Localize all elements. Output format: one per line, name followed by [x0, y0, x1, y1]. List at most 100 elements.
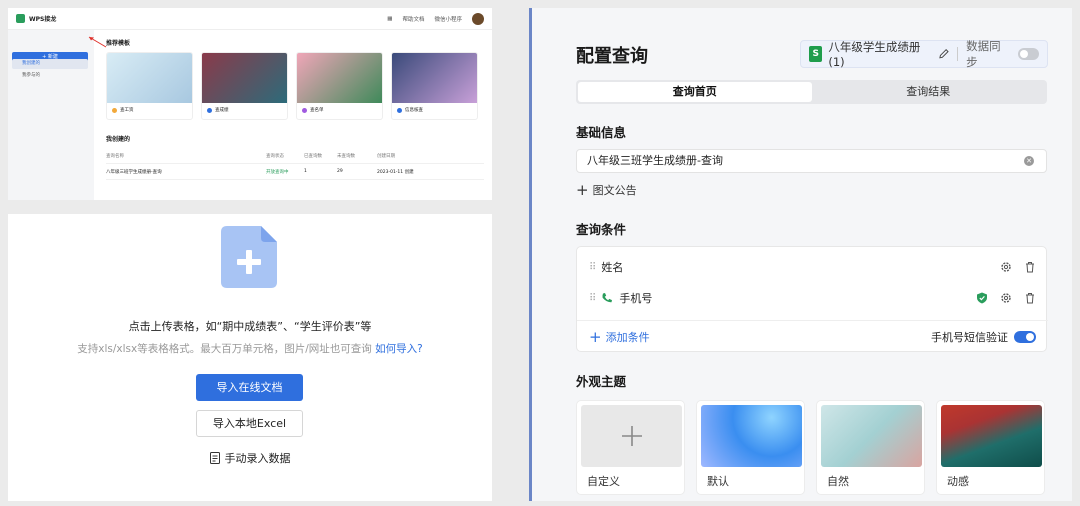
template-thumbnail	[297, 53, 382, 103]
conditions-footer: + 添加条件 手机号短信验证	[577, 320, 1048, 353]
conditions-title: 查询条件	[576, 222, 627, 237]
wps-logo-icon	[16, 14, 25, 23]
theme-card-nature[interactable]: 自然	[816, 400, 925, 495]
format-hint-text: 支持xls/xlsx等表格格式。最大百万单元格，图片/网址也可查询	[77, 343, 372, 355]
col-header: 查询名称	[106, 153, 124, 159]
app-header: WPS接龙 ▦ 帮助文档 微信小程序	[8, 8, 492, 30]
app-main: 推荐模板 查工资 查成绩 查名单 信息核查 我创建的 查询名称 查询状态 已查询…	[106, 38, 484, 180]
condition-row-name[interactable]: ⠿ 姓名	[577, 252, 1048, 282]
template-thumbnail	[392, 53, 477, 103]
sms-verify-setting: 手机号短信验证	[931, 329, 1036, 345]
condition-row-phone[interactable]: ⠿ 手机号	[577, 283, 1048, 313]
drag-handle-icon[interactable]: ⠿	[589, 262, 596, 273]
plus-icon: +	[576, 181, 589, 199]
template-label: 查工资	[120, 108, 134, 113]
app-preview: WPS接龙 ▦ 帮助文档 微信小程序 + 新建 我创建的 我参与的 推荐模板 查…	[8, 8, 492, 200]
document-icon	[209, 452, 220, 464]
theme-label: 自定义	[587, 475, 620, 488]
data-sync-label: 数据同步	[966, 39, 1001, 69]
add-condition-button[interactable]: + 添加条件	[589, 329, 650, 345]
theme-label: 动感	[947, 475, 969, 488]
sidebar-item-joined[interactable]: 我参与的	[12, 71, 88, 81]
spreadsheet-icon: S	[809, 46, 823, 62]
template-thumbnail	[107, 53, 192, 103]
query-name-input[interactable]: 八年级三班学生成绩册-查询 ✕	[576, 149, 1047, 173]
theme-list: 自定义 默认 自然 动感	[576, 400, 1056, 495]
config-panel: 配置查询 S 八年级学生成绩册(1) 数据同步 查询首页 查询结果 基础信息 八…	[532, 8, 1072, 501]
template-label: 查成绩	[215, 108, 229, 113]
drag-handle-icon[interactable]: ⠿	[589, 293, 596, 304]
my-queries-table: 我创建的 查询名称 查询状态 已查询数 未查询数 创建日期 八年级三班学生成绩册…	[106, 134, 484, 180]
template-icon	[207, 107, 212, 113]
table-header: 查询名称 查询状态 已查询数 未查询数 创建日期	[106, 148, 484, 164]
theme-card-dynamic[interactable]: 动感	[936, 400, 1045, 495]
theme-card-default[interactable]: 默认	[696, 400, 805, 495]
add-file-icon[interactable]	[221, 226, 277, 288]
theme-label: 默认	[707, 475, 729, 488]
template-card-grades[interactable]: 查成绩	[201, 52, 288, 120]
upload-hint: 点击上传表格，如“期中成绩表”、“学生评价表”等	[128, 320, 372, 333]
clear-icon[interactable]: ✕	[1024, 156, 1034, 166]
trash-icon[interactable]	[1024, 292, 1036, 304]
chip-divider	[957, 47, 959, 61]
col-header: 已查询数	[304, 153, 322, 159]
import-local-button[interactable]: 导入本地Excel	[196, 410, 303, 437]
theme-label: 自然	[827, 475, 849, 488]
source-file-name: 八年级学生成绩册(1)	[828, 40, 921, 69]
status-badge: 开放查询中	[266, 169, 289, 175]
phone-icon	[602, 293, 613, 303]
condition-label: 姓名	[601, 261, 624, 274]
table-cell: 八年级三班学生成绩册-查询	[106, 169, 162, 175]
template-label: 信息核查	[405, 108, 423, 113]
basic-info-title: 基础信息	[576, 125, 627, 140]
table-cell: 2023-01-11 创建	[377, 169, 414, 175]
template-icon	[112, 107, 117, 113]
conditions-list: ⠿ 姓名 ⠿ 手机号 + 添加条件 手机号短信验证	[576, 246, 1048, 353]
template-label: 查名单	[310, 108, 324, 113]
import-online-button[interactable]: 导入在线文档	[196, 374, 303, 401]
pointer-arrow-icon	[88, 36, 107, 48]
template-card-roster[interactable]: 查名单	[296, 52, 383, 120]
app-brand: WPS接龙	[29, 16, 57, 23]
tab-query-home[interactable]: 查询首页	[578, 82, 812, 102]
help-docs-link[interactable]: 帮助文档	[402, 15, 424, 23]
manual-entry-button[interactable]: 手动录入数据	[8, 450, 492, 466]
mini-program-link[interactable]: 微信小程序	[434, 15, 462, 23]
col-header: 未查询数	[337, 153, 355, 159]
sidebar-item-created[interactable]: 我创建的	[12, 59, 88, 69]
table-cell: 1	[304, 169, 307, 174]
trash-icon[interactable]	[1024, 261, 1036, 273]
app-sidebar: + 新建 我创建的 我参与的	[8, 30, 94, 200]
template-icon	[397, 107, 402, 113]
mine-title: 我创建的	[106, 136, 131, 143]
sms-verify-label: 手机号短信验证	[931, 331, 1008, 344]
avatar[interactable]	[472, 12, 484, 25]
template-card-verify[interactable]: 信息核查	[391, 52, 478, 120]
manual-entry-label: 手动录入数据	[224, 452, 291, 465]
import-panel: 点击上传表格，如“期中成绩表”、“学生评价表”等 支持xls/xlsx等表格格式…	[8, 214, 492, 501]
col-header: 创建日期	[377, 153, 395, 159]
add-notice-button[interactable]: + 图文公告	[576, 182, 637, 198]
table-cell: 29	[337, 169, 343, 174]
shield-check-icon	[977, 292, 987, 304]
table-row[interactable]: 八年级三班学生成绩册-查询 开放查询中 1 29 2023-01-11 创建	[106, 164, 484, 180]
edit-icon[interactable]	[938, 48, 949, 60]
source-file-chip[interactable]: S 八年级学生成绩册(1) 数据同步	[800, 39, 1048, 69]
tab-query-results[interactable]: 查询结果	[812, 82, 1046, 102]
format-hint: 支持xls/xlsx等表格格式。最大百万单元格，图片/网址也可查询 如何导入?	[8, 341, 492, 356]
recommended-title: 推荐模板	[106, 40, 131, 47]
grid-icon[interactable]: ▦	[387, 16, 392, 22]
sms-verify-toggle[interactable]	[1014, 331, 1036, 343]
how-to-import-link[interactable]: 如何导入?	[375, 343, 423, 355]
condition-label: 手机号	[619, 292, 653, 305]
theme-swatch	[701, 405, 802, 467]
theme-card-custom[interactable]: 自定义	[576, 400, 685, 495]
theme-swatch	[821, 405, 922, 467]
gear-icon[interactable]	[1000, 261, 1012, 273]
add-notice-label: 图文公告	[592, 184, 637, 197]
col-header: 查询状态	[266, 153, 284, 159]
add-condition-label: 添加条件	[605, 331, 650, 344]
template-card-salary[interactable]: 查工资	[106, 52, 193, 120]
gear-icon[interactable]	[1000, 292, 1012, 304]
data-sync-toggle[interactable]	[1018, 48, 1039, 60]
